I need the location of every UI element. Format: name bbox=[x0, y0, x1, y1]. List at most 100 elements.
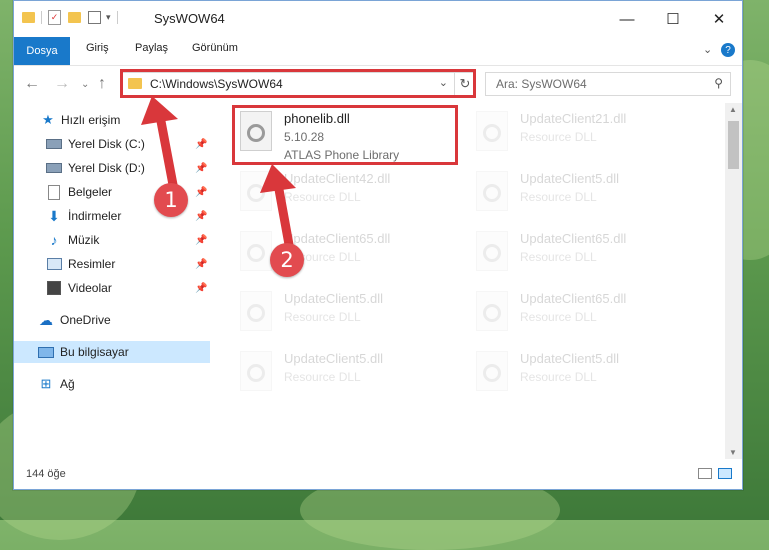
close-button[interactable]: ✕ bbox=[696, 1, 742, 37]
file-tile[interactable]: UpdateClient5.dll Resource DLL bbox=[240, 349, 460, 399]
nav-label: Ağ bbox=[60, 377, 75, 391]
search-input[interactable]: Ara: SysWOW64 bbox=[496, 77, 587, 91]
title-bar: ✓ ▾ SysWOW64 — ☐ ✕ bbox=[14, 1, 742, 37]
file-name: UpdateClient65.dll bbox=[284, 231, 391, 246]
explorer-window: ✓ ▾ SysWOW64 — ☐ ✕ Dosya Giriş Paylaş Gö… bbox=[13, 0, 743, 490]
file-name: UpdateClient5.dll bbox=[284, 291, 384, 306]
dll-file-icon bbox=[476, 351, 508, 391]
dll-file-icon bbox=[240, 291, 272, 331]
minimize-button[interactable]: — bbox=[604, 1, 650, 37]
file-description: Resource DLL bbox=[284, 310, 361, 324]
search-box[interactable]: Ara: SysWOW64 ⚲ bbox=[485, 72, 731, 96]
scroll-down-icon[interactable]: ▼ bbox=[729, 448, 737, 457]
tab-file[interactable]: Dosya bbox=[14, 37, 70, 65]
window-title: SysWOW64 bbox=[154, 11, 225, 26]
customize-dropdown-icon[interactable]: ▾ bbox=[106, 12, 111, 23]
pin-icon[interactable]: 📌 bbox=[195, 187, 207, 198]
dll-file-icon bbox=[476, 111, 508, 151]
nav-label: Yerel Disk (D:) bbox=[68, 161, 145, 175]
documents-icon bbox=[46, 184, 62, 200]
file-description: Resource DLL bbox=[284, 190, 361, 204]
file-name: UpdateClient21.dll bbox=[520, 111, 627, 126]
file-tile[interactable]: UpdateClient21.dll Resource DLL bbox=[476, 109, 696, 159]
file-description: Resource DLL bbox=[520, 310, 597, 324]
file-description: Resource DLL bbox=[520, 370, 597, 384]
pin-icon[interactable]: 📌 bbox=[195, 283, 207, 294]
pin-icon[interactable]: 📌 bbox=[195, 163, 207, 174]
nav-label: Hızlı erişim bbox=[61, 113, 121, 127]
address-highlight-box bbox=[120, 69, 476, 98]
forward-arrow-icon[interactable]: → bbox=[54, 75, 70, 93]
nav-item-local-disk-c[interactable]: Yerel Disk (C:) 📌 bbox=[14, 133, 210, 155]
file-tile[interactable]: UpdateClient42.dll Resource DLL bbox=[240, 169, 460, 219]
details-view-icon[interactable] bbox=[698, 468, 712, 479]
drive-icon bbox=[46, 136, 62, 152]
recent-dropdown-icon[interactable]: ⌄ bbox=[81, 79, 89, 90]
dll-file-icon bbox=[240, 351, 272, 391]
expand-ribbon-icon[interactable]: ⌄ bbox=[703, 43, 712, 56]
properties-icon[interactable]: ✓ bbox=[48, 10, 61, 25]
nav-onedrive[interactable]: ☁ OneDrive bbox=[14, 309, 210, 331]
nav-label: Bu bilgisayar bbox=[60, 345, 129, 359]
file-description: Resource DLL bbox=[520, 130, 597, 144]
item-count: 144 öğe bbox=[26, 468, 66, 480]
address-row: ← → ⌄ ↑ C:\Windows\SysWOW64 ⌄ ↻ Ara: Sys… bbox=[14, 65, 742, 103]
file-tile[interactable]: UpdateClient65.dll Resource DLL bbox=[476, 289, 696, 339]
file-name: UpdateClient5.dll bbox=[520, 351, 620, 366]
nav-label: Resimler bbox=[68, 257, 116, 271]
network-icon: ⊞ bbox=[40, 376, 52, 391]
separator bbox=[116, 11, 118, 24]
file-name: UpdateClient5.dll bbox=[520, 171, 620, 186]
pictures-icon bbox=[46, 256, 62, 272]
nav-label: OneDrive bbox=[60, 313, 111, 327]
nav-item-pictures[interactable]: Resimler 📌 bbox=[14, 253, 210, 275]
nav-item-local-disk-d[interactable]: Yerel Disk (D:) 📌 bbox=[14, 157, 210, 179]
status-bar: 144 öğe bbox=[14, 459, 742, 489]
help-icon[interactable]: ? bbox=[721, 43, 735, 57]
nav-this-pc[interactable]: Bu bilgisayar bbox=[14, 341, 210, 363]
pin-icon[interactable]: 📌 bbox=[195, 139, 207, 150]
search-icon[interactable]: ⚲ bbox=[714, 76, 723, 90]
vertical-scrollbar[interactable]: ▲ ▼ bbox=[725, 103, 742, 459]
nav-network[interactable]: ⊞ Ağ bbox=[14, 373, 210, 395]
nav-quick-access[interactable]: ★ Hızlı erişim bbox=[14, 109, 210, 131]
view-icon[interactable] bbox=[88, 11, 101, 24]
up-arrow-icon[interactable]: ↑ bbox=[98, 75, 106, 93]
new-folder-icon[interactable] bbox=[68, 12, 81, 23]
ribbon-tabs: Dosya Giriş Paylaş Görünüm ⌄ ? bbox=[14, 37, 742, 66]
file-tile[interactable]: UpdateClient65.dll Resource DLL bbox=[476, 229, 696, 279]
scroll-up-icon[interactable]: ▲ bbox=[729, 105, 737, 114]
dll-file-icon bbox=[240, 231, 272, 271]
nav-item-music[interactable]: ♪ Müzik 📌 bbox=[14, 229, 210, 251]
file-name: UpdateClient5.dll bbox=[284, 351, 384, 366]
nav-label: Müzik bbox=[68, 233, 100, 247]
nav-item-videos[interactable]: Videolar 📌 bbox=[14, 277, 210, 299]
back-arrow-icon[interactable]: ← bbox=[24, 75, 40, 93]
drive-icon bbox=[46, 160, 62, 176]
file-tile[interactable]: UpdateClient5.dll Resource DLL bbox=[240, 289, 460, 339]
tab-view[interactable]: Görünüm bbox=[192, 42, 238, 54]
file-description: Resource DLL bbox=[284, 370, 361, 384]
pin-icon[interactable]: 📌 bbox=[195, 259, 207, 270]
tab-home[interactable]: Giriş bbox=[86, 42, 109, 54]
folder-icon bbox=[22, 12, 35, 23]
tiles-view-icon[interactable] bbox=[718, 468, 732, 479]
maximize-button[interactable]: ☐ bbox=[650, 1, 696, 37]
scrollbar-thumb[interactable] bbox=[728, 121, 739, 169]
videos-icon bbox=[46, 280, 62, 296]
dll-file-icon bbox=[240, 171, 272, 211]
separator bbox=[41, 11, 42, 24]
pin-icon[interactable]: 📌 bbox=[195, 211, 207, 222]
quick-access-toolbar: ✓ ▾ bbox=[22, 10, 124, 25]
step-badge-2: 2 bbox=[270, 243, 304, 277]
navigation-pane: ★ Hızlı erişim Yerel Disk (C:) 📌 Yerel D… bbox=[14, 103, 210, 459]
pin-icon[interactable]: 📌 bbox=[195, 235, 207, 246]
nav-label: Belgeler bbox=[68, 185, 113, 199]
file-tile[interactable]: UpdateClient5.dll Resource DLL bbox=[476, 169, 696, 219]
file-name: UpdateClient65.dll bbox=[520, 231, 627, 246]
file-tile[interactable]: UpdateClient5.dll Resource DLL bbox=[476, 349, 696, 399]
nav-label: İndirmeler bbox=[68, 209, 122, 223]
file-list: phonelib.dll 5.10.28 ATLAS Phone Library… bbox=[210, 103, 725, 459]
dll-file-icon bbox=[476, 291, 508, 331]
tab-share[interactable]: Paylaş bbox=[135, 42, 168, 54]
